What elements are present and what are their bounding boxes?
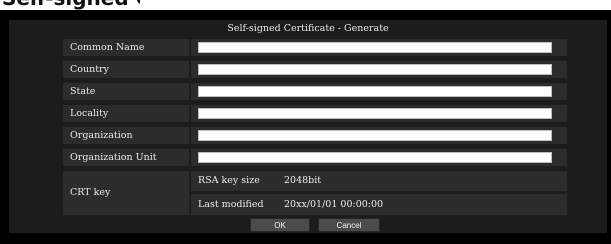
organization-input[interactable]	[198, 130, 552, 141]
locality-label: Locality	[70, 108, 109, 119]
rsa-key-size-label: RSA key size	[198, 175, 260, 186]
certificate-dialog: Self-signed Certificate - Generate Commo…	[9, 20, 607, 233]
organization-label: Organization	[70, 130, 133, 141]
top-cutoff-heading: Self-signed Certificate - Generate	[0, 0, 140, 10]
cancel-button[interactable]: Cancel	[318, 218, 380, 232]
dialog-title: Self-signed Certificate - Generate	[227, 23, 389, 34]
last-modified-value: 20xx/01/01 00:00:00	[284, 199, 384, 210]
locality-input[interactable]	[198, 108, 552, 119]
state-label: State	[70, 86, 96, 97]
rsa-key-size-value: 2048bit	[284, 175, 322, 186]
common-name-label: Common Name	[70, 42, 145, 53]
country-label: Country	[70, 64, 109, 75]
organization-unit-input[interactable]	[198, 152, 552, 163]
ok-button[interactable]: OK	[250, 218, 310, 232]
top-cutoff-heading-text: Self-signed Certificate - Generate	[2, 0, 140, 8]
country-input[interactable]	[198, 64, 552, 75]
crt-key-label: CRT key	[70, 187, 111, 198]
common-name-input[interactable]	[198, 42, 552, 53]
last-modified-label: Last modified	[198, 199, 264, 210]
state-input[interactable]	[198, 86, 552, 97]
organization-unit-label: Organization Unit	[70, 152, 157, 163]
